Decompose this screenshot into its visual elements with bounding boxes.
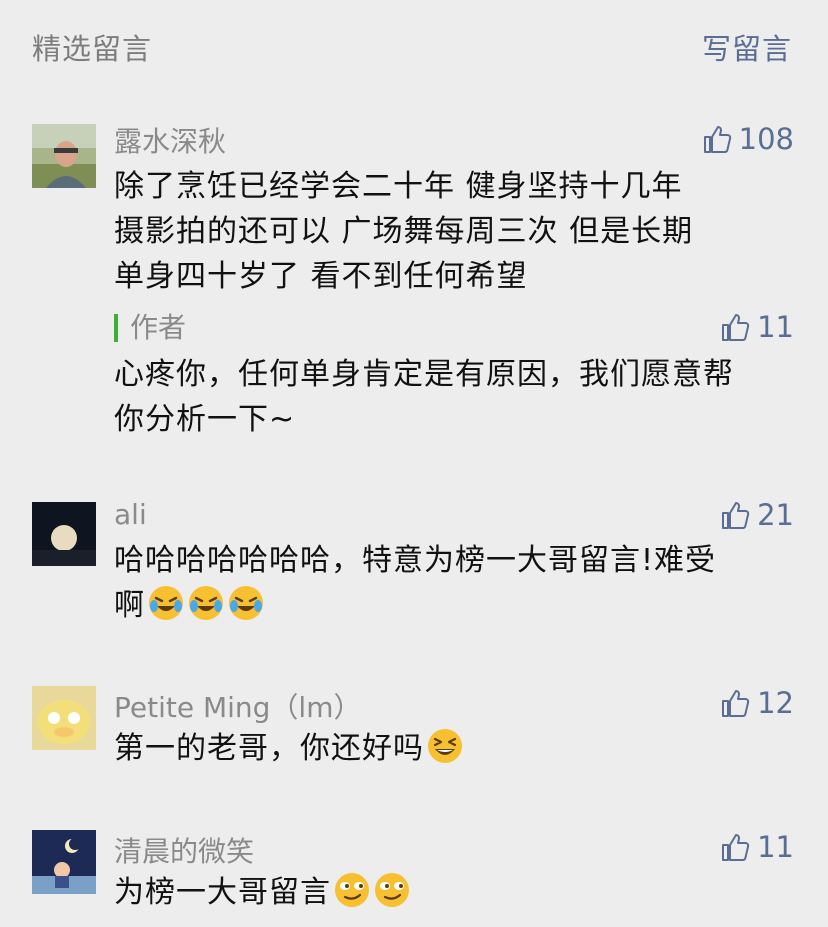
like-count: 108 <box>738 122 794 156</box>
like-count: 11 <box>757 310 794 344</box>
like-count: 21 <box>757 498 794 532</box>
featured-comments-title: 精选留言 <box>32 32 153 66</box>
thumbs-up-icon <box>722 314 750 341</box>
thumbs-up-icon <box>722 834 750 861</box>
avatar[interactable] <box>32 830 96 894</box>
comment-author-name[interactable]: 露水深秋 <box>114 120 226 160</box>
reply-like-button[interactable]: 11 <box>719 310 794 344</box>
comment-text: 第一的老哥，你还好吗 <box>114 726 788 771</box>
thumbs-up-icon <box>703 126 731 153</box>
crying-laughing-emoji-icon <box>149 586 183 620</box>
reply-line: 你分析一下~ <box>114 402 296 437</box>
comment-line: 除了烹饪已经学会二十年 健身坚持十几年 <box>114 169 683 204</box>
comment-text: 哈哈哈哈哈哈哈，特意为榜一大哥留言!难受 啊 <box>114 538 788 628</box>
crying-laughing-emoji-icon <box>189 586 223 620</box>
smirk-emoji-icon <box>335 873 369 907</box>
author-reply-label: 作者 <box>114 314 186 342</box>
comment-line: 第一的老哥，你还好吗 <box>114 731 424 766</box>
comment-line: 哈哈哈哈哈哈哈，特意为榜一大哥留言!难受 <box>114 543 717 578</box>
comment-line-with-emoji: 第一的老哥，你还好吗 <box>114 726 788 771</box>
thumbs-up-icon <box>722 502 750 529</box>
like-button[interactable]: 11 <box>719 830 794 864</box>
thumbs-up-icon <box>722 690 750 717</box>
reply-line: 心疼你，任何单身肯定是有原因，我们愿意帮 <box>114 357 734 392</box>
avatar[interactable] <box>32 502 96 566</box>
smirk-emoji-icon <box>375 873 409 907</box>
comment-author-name[interactable]: Petite Ming（lm） <box>114 686 362 726</box>
grinning-squint-emoji-icon <box>428 729 462 763</box>
comment-text: 为榜一大哥留言 <box>114 870 788 915</box>
like-button[interactable]: 12 <box>719 686 794 720</box>
avatar[interactable] <box>32 124 96 188</box>
author-reply-text: 心疼你，任何单身肯定是有原因，我们愿意帮 你分析一下~ <box>114 352 788 442</box>
like-count: 12 <box>757 686 794 720</box>
comment-line: 单身四十岁了 看不到任何希望 <box>114 259 528 294</box>
comments-header: 精选留言 写留言 <box>0 0 828 90</box>
crying-laughing-emoji-icon <box>229 586 263 620</box>
comment-author-name[interactable]: 清晨的微笑 <box>114 830 254 870</box>
avatar[interactable] <box>32 686 96 750</box>
comment-line: 摄影拍的还可以 广场舞每周三次 但是长期 <box>114 214 694 249</box>
like-button[interactable]: 21 <box>719 498 794 532</box>
comment-line: 啊 <box>114 588 145 623</box>
like-button[interactable]: 108 <box>701 122 794 156</box>
comment-line: 为榜一大哥留言 <box>114 875 331 910</box>
comment-line-with-emoji: 啊 <box>114 583 788 628</box>
comment-text: 除了烹饪已经学会二十年 健身坚持十几年 摄影拍的还可以 广场舞每周三次 但是长期… <box>114 164 788 299</box>
write-comment-link[interactable]: 写留言 <box>702 26 792 68</box>
comment-author-name[interactable]: ali <box>114 498 147 531</box>
like-count: 11 <box>757 830 794 864</box>
comment-line-with-emoji: 为榜一大哥留言 <box>114 870 788 915</box>
